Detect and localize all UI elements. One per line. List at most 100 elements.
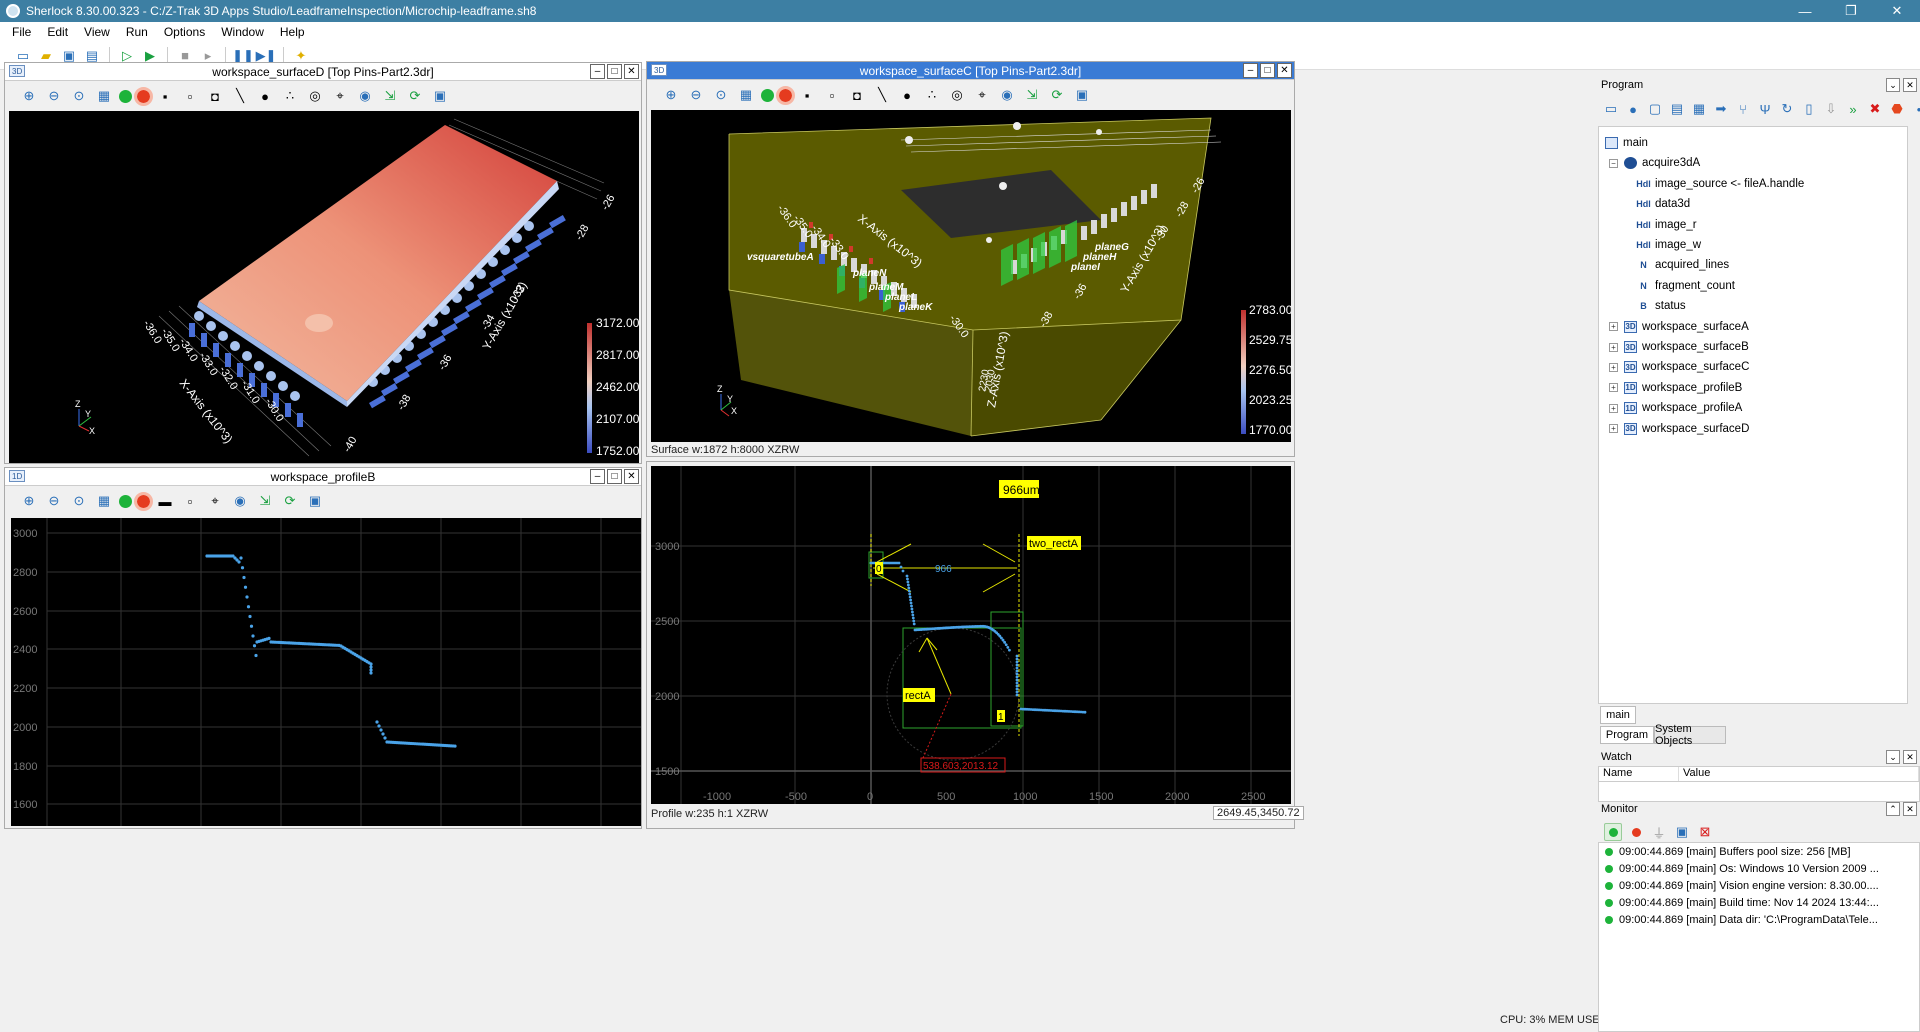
zoom-in-icon[interactable]: ⊕: [19, 86, 39, 106]
program-pin-button[interactable]: ⌄: [1886, 78, 1900, 92]
grid-icon[interactable]: ▦: [1690, 100, 1708, 118]
monitor-log[interactable]: 09:00:44.869 [main] Buffers pool size: 2…: [1598, 842, 1920, 1032]
roi-multi-icon[interactable]: ▫: [180, 491, 200, 511]
arrow-right-icon[interactable]: ➡: [1712, 100, 1730, 118]
tree-item[interactable]: Nfragment_count: [1637, 276, 1735, 296]
points-tool-icon[interactable]: ∴: [922, 85, 942, 105]
arrow-down-icon[interactable]: ⇩: [1822, 100, 1840, 118]
tree-item[interactable]: +3D workspace_surfaceD: [1609, 419, 1749, 439]
tree-item[interactable]: +1D workspace_profileA: [1609, 398, 1742, 418]
record-icon[interactable]: [776, 85, 795, 105]
program-close-button[interactable]: ✕: [1903, 78, 1917, 92]
panel-minimize-button[interactable]: –: [1243, 63, 1258, 78]
green-light-icon[interactable]: [119, 89, 132, 103]
fork-icon[interactable]: Ψ: [1756, 100, 1774, 118]
stop-sign-icon[interactable]: ⬣: [1888, 100, 1906, 118]
filter-icon[interactable]: ⏚: [1650, 823, 1668, 841]
line-tool-icon[interactable]: ╲: [872, 85, 892, 105]
export-icon[interactable]: ⇲: [255, 491, 275, 511]
target-tool-icon[interactable]: ◎: [947, 85, 967, 105]
tree-item[interactable]: +3D workspace_surfaceA: [1609, 317, 1749, 337]
zoom-in-icon[interactable]: ⊕: [19, 491, 39, 511]
menu-edit[interactable]: Edit: [39, 25, 76, 39]
panel-close-button[interactable]: ✕: [624, 469, 639, 484]
tree-item[interactable]: main: [1605, 133, 1648, 153]
tree-item[interactable]: +3D workspace_surfaceB: [1609, 337, 1749, 357]
panel-surfaceC-titlebar[interactable]: 3D workspace_surfaceC [Top Pins-Part2.3d…: [647, 62, 1294, 80]
sphere-tool-icon[interactable]: ●: [897, 85, 917, 105]
panel-maximize-button[interactable]: □: [607, 64, 622, 79]
roi-rect-icon[interactable]: ▬: [155, 491, 175, 511]
tree-item[interactable]: − acquire3dA: [1609, 153, 1700, 173]
menu-options[interactable]: Options: [156, 25, 213, 39]
watch-pin-button[interactable]: ⌄: [1886, 750, 1900, 764]
record-icon[interactable]: [134, 86, 153, 106]
profileB-plot[interactable]: 3000 2800 2600 2400 2200 2000 1800 1600: [11, 518, 641, 826]
pointer-tool-icon[interactable]: ⌖: [205, 491, 225, 511]
expand-icon[interactable]: +: [1609, 342, 1618, 352]
export-icon[interactable]: ⇲: [1022, 85, 1042, 105]
new-icon[interactable]: ▭: [1602, 100, 1620, 118]
watch-col-name[interactable]: Name: [1599, 767, 1679, 781]
document-icon[interactable]: ▯: [1800, 100, 1818, 118]
panel-close-button[interactable]: ✕: [1277, 63, 1292, 78]
panel-minimize-button[interactable]: –: [590, 64, 605, 79]
minimize-button[interactable]: —: [1782, 0, 1828, 22]
collapse-icon[interactable]: −: [1609, 158, 1618, 168]
monitor-stop-icon[interactable]: [1627, 823, 1645, 841]
panel-maximize-button[interactable]: □: [1260, 63, 1275, 78]
tree-item[interactable]: Hdl image_r: [1636, 215, 1696, 235]
roi-multi-icon[interactable]: ▫: [180, 86, 200, 106]
tree-item[interactable]: Hdl image_w: [1636, 235, 1701, 255]
roi-rect-icon[interactable]: ▪: [797, 85, 817, 105]
expand-icon[interactable]: +: [1609, 322, 1618, 332]
dot-icon[interactable]: •: [1910, 100, 1920, 118]
fast-forward-icon[interactable]: »: [1844, 100, 1862, 118]
panel-close-button[interactable]: ✕: [624, 64, 639, 79]
tree-item[interactable]: Hdl data3d: [1636, 194, 1690, 214]
roi-frame-icon[interactable]: ◘: [847, 85, 867, 105]
panel-profileB-titlebar[interactable]: 1D workspace_profileB – □ ✕: [5, 468, 641, 486]
panel-minimize-button[interactable]: –: [590, 469, 605, 484]
menu-help[interactable]: Help: [272, 25, 313, 39]
watch-list[interactable]: [1598, 782, 1920, 802]
expand-icon[interactable]: +: [1609, 424, 1618, 434]
tree-item[interactable]: +1D workspace_profileB: [1609, 378, 1742, 398]
delete-icon[interactable]: ✖: [1866, 100, 1884, 118]
zoom-reset-icon[interactable]: ▦: [94, 491, 114, 511]
monitor-clear-icon[interactable]: ⊠: [1696, 823, 1714, 841]
zoom-out-icon[interactable]: ⊖: [44, 491, 64, 511]
profile-measure-plot[interactable]: 3000 2500 2000 1500 -1000 -500 0 500 100…: [651, 466, 1291, 804]
menu-run[interactable]: Run: [118, 25, 156, 39]
surfaceD-3d-view[interactable]: -26 -28 -32 -34 -36 -38 -40 Y-Axis (x10^…: [9, 111, 639, 463]
zoom-reset-icon[interactable]: ▦: [736, 85, 756, 105]
target-tool-icon[interactable]: ◎: [305, 86, 325, 106]
watch-col-value[interactable]: Value: [1679, 767, 1919, 781]
tree-item[interactable]: Nacquired_lines: [1637, 255, 1729, 275]
tree-item[interactable]: Hdl image_source <- fileA.handle: [1636, 174, 1804, 194]
sphere-tool-icon[interactable]: ●: [255, 86, 275, 106]
roi-frame-icon[interactable]: ◘: [205, 86, 225, 106]
layout-icon[interactable]: ▤: [1668, 100, 1686, 118]
save-view-icon[interactable]: ▣: [305, 491, 325, 511]
zoom-in-icon[interactable]: ⊕: [661, 85, 681, 105]
green-light-icon[interactable]: [119, 494, 132, 508]
record-icon[interactable]: [134, 491, 153, 511]
menu-window[interactable]: Window: [213, 25, 272, 39]
roi-multi-icon[interactable]: ▫: [822, 85, 842, 105]
maximize-button[interactable]: ❐: [1828, 0, 1874, 22]
pointer-tool-icon[interactable]: ⌖: [972, 85, 992, 105]
tab-program[interactable]: Program: [1600, 726, 1654, 744]
tab-main[interactable]: main: [1600, 706, 1636, 724]
expand-icon[interactable]: +: [1609, 383, 1618, 393]
tree-item[interactable]: +3D workspace_surfaceC: [1609, 357, 1749, 377]
save-view-icon[interactable]: ▣: [430, 86, 450, 106]
window-icon[interactable]: ▢: [1646, 100, 1664, 118]
tree-item[interactable]: Bstatus: [1637, 296, 1685, 316]
points-tool-icon[interactable]: ∴: [280, 86, 300, 106]
green-light-icon[interactable]: [761, 88, 774, 102]
close-button[interactable]: ✕: [1874, 0, 1920, 22]
zoom-fit-icon[interactable]: ⊙: [69, 491, 89, 511]
watch-close-button[interactable]: ✕: [1903, 750, 1917, 764]
panel-maximize-button[interactable]: □: [607, 469, 622, 484]
